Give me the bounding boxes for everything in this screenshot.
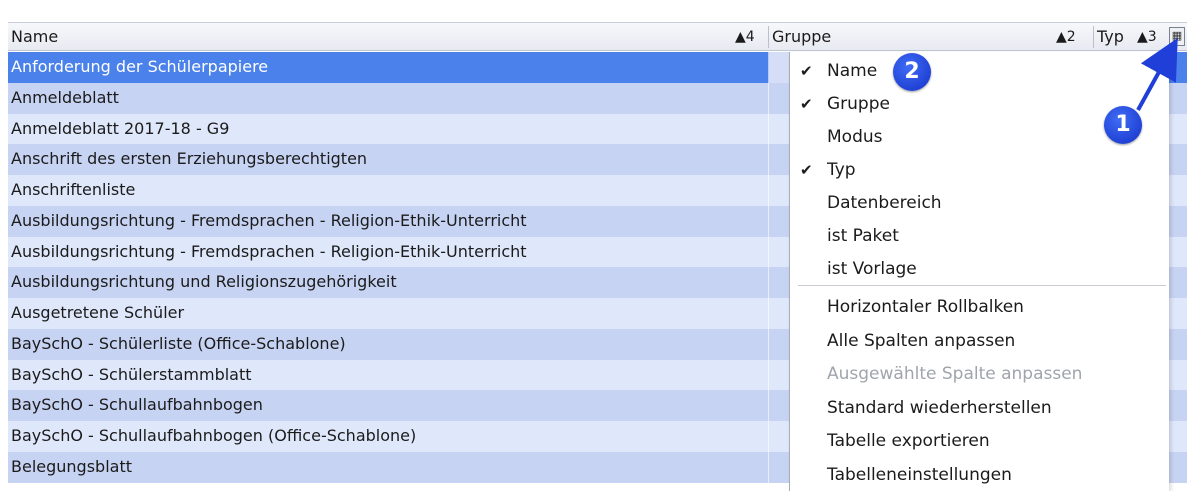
annotation-arrow-icon (1136, 37, 1178, 111)
annotation-badge-1: 1 (1104, 106, 1142, 144)
annotation-badge-2: 2 (893, 53, 931, 91)
